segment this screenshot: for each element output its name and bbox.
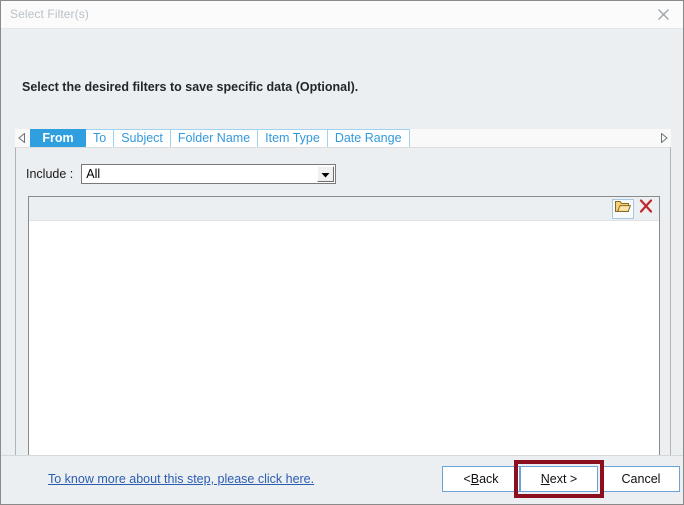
tab-item-type[interactable]: Item Type xyxy=(258,129,328,148)
cancel-button-label: Cancel xyxy=(621,472,661,486)
include-label: Include : xyxy=(26,167,74,181)
filter-tab-strip: From To Subject Folder Name Item Type Da… xyxy=(15,129,671,148)
dialog-body: Select the desired filters to save speci… xyxy=(1,29,683,504)
cancel-button[interactable]: Cancel xyxy=(602,466,680,492)
filter-list-toolbar xyxy=(29,197,659,221)
filter-list-items[interactable] xyxy=(29,221,659,467)
delete-filter-button[interactable] xyxy=(635,199,657,219)
tab-folder-name[interactable]: Folder Name xyxy=(170,129,259,148)
next-button-accel: N xyxy=(540,472,550,486)
dialog-footer: To know more about this step, please cli… xyxy=(1,455,683,504)
close-icon xyxy=(657,8,670,21)
tab-scroll-right-button[interactable] xyxy=(657,129,671,148)
include-dropdown-value: All xyxy=(86,167,101,181)
red-x-delete-icon xyxy=(639,199,653,218)
select-filters-dialog: Select Filter(s) Select the desired filt… xyxy=(0,0,684,505)
help-link[interactable]: To know more about this step, please cli… xyxy=(48,472,314,486)
next-button-suffix: ext > xyxy=(549,472,578,486)
tab-date-range[interactable]: Date Range xyxy=(327,129,410,148)
include-dropdown[interactable]: All xyxy=(81,164,337,184)
instruction-text: Select the desired filters to save speci… xyxy=(22,80,359,94)
back-button[interactable]: < Back xyxy=(442,466,520,492)
tab-subject[interactable]: Subject xyxy=(114,129,171,148)
back-button-suffix: ack xyxy=(479,472,499,486)
filter-tabs: From To Subject Folder Name Item Type Da… xyxy=(30,129,410,148)
back-button-prefix: < xyxy=(463,472,471,486)
title-bar: Select Filter(s) xyxy=(1,1,683,29)
filter-list-box[interactable] xyxy=(28,196,660,468)
back-button-accel: B xyxy=(470,472,480,486)
include-row: Include : All xyxy=(26,164,337,184)
from-filter-page: Include : All xyxy=(15,147,671,484)
chevron-down-icon xyxy=(321,165,330,183)
chevron-left-icon xyxy=(18,130,26,148)
window-title: Select Filter(s) xyxy=(10,7,89,21)
chevron-right-icon xyxy=(660,130,668,148)
tab-to[interactable]: To xyxy=(86,129,115,148)
next-button[interactable]: Next > xyxy=(520,466,598,492)
tab-scroll-left-button[interactable] xyxy=(15,129,29,148)
tab-from[interactable]: From xyxy=(30,129,86,148)
close-button[interactable] xyxy=(643,1,683,28)
folder-open-icon xyxy=(615,199,632,218)
import-from-file-button[interactable] xyxy=(612,198,634,219)
include-dropdown-arrow-button[interactable] xyxy=(317,165,335,183)
